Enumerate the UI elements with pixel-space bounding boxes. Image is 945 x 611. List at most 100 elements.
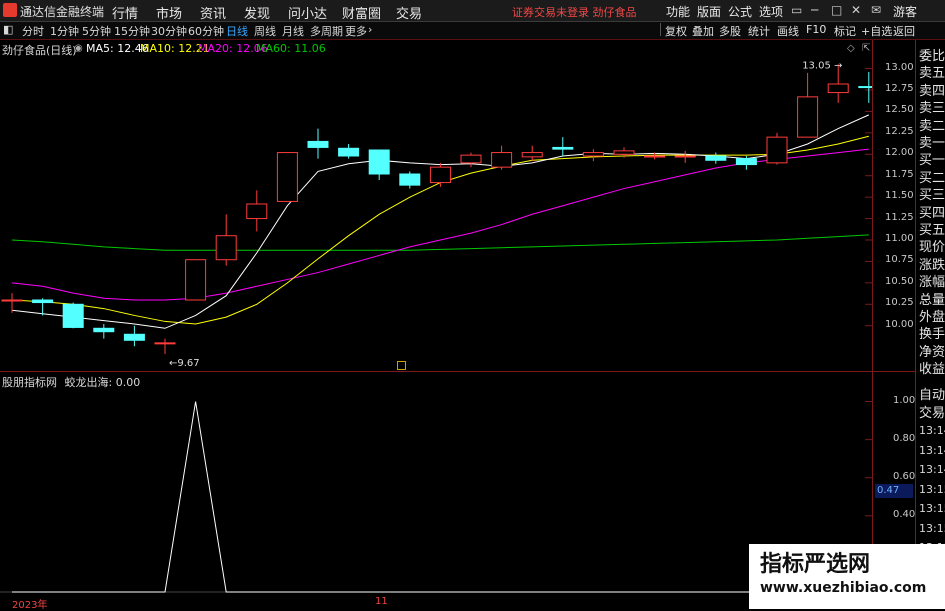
tool-f10[interactable]: F10: [806, 23, 826, 36]
watermark-url: www.xuezhibiao.com: [760, 580, 927, 596]
menu-function[interactable]: 功能: [666, 3, 690, 20]
candle-up: [460, 154, 482, 164]
sidebar-bottom-label: 自动: [919, 388, 945, 403]
sidebar-bottom-label: 交易: [919, 406, 945, 421]
candle-up: [644, 155, 666, 158]
period-60min[interactable]: 60分钟: [188, 23, 224, 39]
sidebar-label: 卖一: [919, 136, 945, 151]
tool-draw[interactable]: 画线: [777, 23, 799, 39]
screen-icon[interactable]: ▭: [791, 3, 802, 17]
menu-options[interactable]: 选项: [759, 3, 783, 20]
price-tick-label: 10.25: [885, 297, 914, 309]
sidebar-label: 净资: [919, 344, 945, 360]
price-tick-label: 12.75: [885, 83, 914, 94]
indicator-tick-label: 1.00: [893, 394, 916, 406]
title-bar: [0, 0, 945, 22]
trade-time: 13:15: [919, 502, 945, 515]
price-tick-label: 11.75: [885, 168, 914, 180]
trade-time: 13:14: [919, 443, 945, 457]
period-1min[interactable]: 1分钟: [50, 23, 79, 39]
expand-icon[interactable]: ⇱: [862, 43, 870, 54]
sidebar-label: 卖三: [919, 101, 945, 117]
menu-assistant[interactable]: 问小达: [288, 3, 327, 22]
event-marker-icon[interactable]: [397, 361, 406, 370]
period-timeshare[interactable]: 分时: [22, 23, 44, 39]
ma5-line: [11, 114, 870, 329]
settings-toggle-icon[interactable]: ◉: [74, 43, 83, 54]
candle-down: [123, 333, 145, 341]
trade-time: 13:14: [919, 424, 945, 437]
candle-down: [399, 173, 421, 186]
minimize-icon[interactable]: ─: [811, 3, 818, 17]
menu-discover[interactable]: 发现: [244, 3, 270, 22]
period-30min[interactable]: 30分钟: [151, 23, 187, 39]
trade-login-notice[interactable]: 证券交易未登录 劲仔食品: [512, 4, 637, 20]
maximize-icon[interactable]: □: [831, 3, 842, 17]
menu-market[interactable]: 市场: [156, 3, 182, 22]
period-multi[interactable]: 多周期: [310, 23, 343, 39]
mail-icon[interactable]: ✉: [871, 3, 881, 17]
price-tick-label: 10.00: [885, 318, 914, 330]
period-more[interactable]: 更多: [345, 23, 367, 39]
low-price-label: ←9.67: [169, 358, 200, 369]
candle-up: [154, 342, 176, 345]
candle-down: [705, 155, 727, 161]
tool-back[interactable]: 返回: [893, 23, 915, 39]
candle-up: [215, 235, 237, 261]
candle-up: [827, 83, 849, 94]
candle-up: [674, 155, 696, 158]
tool-stats[interactable]: 统计: [748, 23, 770, 39]
price-axis-line: [872, 40, 873, 605]
candle-up: [613, 150, 635, 155]
candle-down: [62, 303, 84, 328]
candle-up: [521, 152, 543, 158]
menu-trade[interactable]: 交易: [396, 3, 422, 22]
candle-up: [766, 136, 788, 164]
period-daily[interactable]: 日线: [226, 23, 248, 39]
close-icon[interactable]: ✕: [851, 3, 861, 17]
candle-down: [32, 299, 54, 304]
tool-multistock[interactable]: 多股: [719, 23, 741, 39]
menu-wealth[interactable]: 财富圈: [342, 3, 381, 22]
tool-adjust[interactable]: 复权: [665, 23, 687, 39]
trade-time: 13:15: [919, 521, 945, 535]
sidebar-label: 外盘: [919, 310, 945, 325]
candle-down: [338, 147, 360, 157]
indicator-tick-label: 0.40: [893, 508, 916, 520]
sidebar-label: 委比: [919, 49, 945, 64]
menu-quotes[interactable]: 行情: [112, 3, 138, 22]
sidebar-label: 总量: [919, 292, 945, 308]
candle-up: [429, 166, 451, 184]
candlestick-chart[interactable]: 13.05 → ←9.67: [0, 55, 872, 370]
chevron-right-icon[interactable]: ›: [368, 23, 372, 36]
price-tick-label: 12.00: [885, 147, 914, 159]
candle-down: [858, 86, 872, 89]
price-tick-label: 11.00: [885, 233, 914, 244]
period-5min[interactable]: 5分钟: [82, 23, 111, 39]
guest-button[interactable]: 游客: [893, 3, 917, 20]
candle-down: [368, 149, 390, 175]
menu-news[interactable]: 资讯: [200, 3, 226, 22]
sidebar-label: 现价: [919, 240, 945, 256]
tool-overlay[interactable]: 叠加: [692, 23, 714, 39]
tool-mark[interactable]: 标记: [834, 23, 856, 39]
sidebar-label: 涨跌: [919, 257, 945, 273]
tool-add-watch[interactable]: +自选: [861, 23, 892, 39]
price-tick-label: 10.75: [885, 254, 914, 266]
trade-time: 13:14: [919, 463, 945, 476]
candle-up: [1, 299, 23, 302]
period-weekly[interactable]: 周线: [254, 23, 276, 39]
sidebar-label: 收益: [919, 362, 945, 378]
app-logo-icon: [3, 3, 17, 17]
indicator-chart[interactable]: [0, 388, 872, 594]
candle-up: [491, 152, 513, 168]
collapse-icon[interactable]: ◧: [3, 23, 13, 36]
diamond-icon[interactable]: ◇: [847, 43, 855, 54]
pane-divider[interactable]: [0, 371, 915, 372]
menu-layout[interactable]: 版面: [697, 3, 721, 20]
period-15min[interactable]: 15分钟: [114, 23, 150, 39]
sidebar-label: 卖五: [919, 66, 945, 82]
period-monthly[interactable]: 月线: [282, 23, 304, 39]
watermark-text: 指标严选网: [760, 552, 871, 577]
menu-formula[interactable]: 公式: [728, 3, 752, 20]
